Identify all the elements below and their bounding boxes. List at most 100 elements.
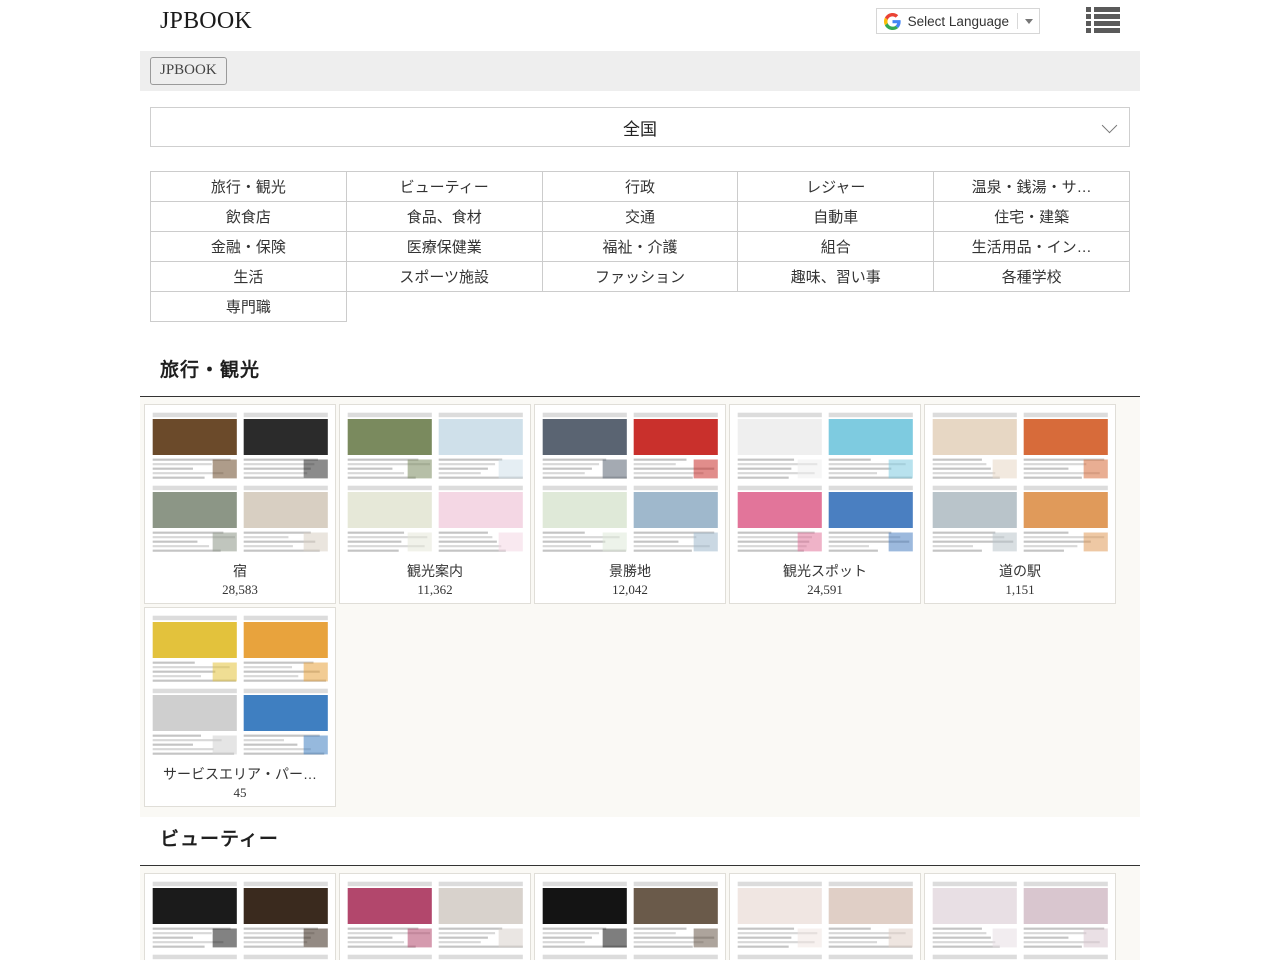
card-label: 観光スポット — [735, 562, 915, 580]
category-cell[interactable]: 生活用品・イン… — [934, 232, 1130, 262]
card-label: 宿 — [150, 562, 330, 580]
thumbnail-tile — [735, 483, 825, 555]
google-translate-widget[interactable]: Select Language — [876, 8, 1040, 34]
category-cell[interactable]: ファッション — [542, 262, 738, 292]
category-card[interactable]: 宿 28,583 — [144, 404, 336, 604]
category-card[interactable] — [729, 873, 921, 960]
chevron-down-icon — [1102, 118, 1118, 134]
thumbnail-tile — [540, 410, 630, 482]
category-card[interactable] — [144, 873, 336, 960]
thumbnail-tile — [631, 410, 721, 482]
category-row: 飲食店食品、食材交通自動車住宅・建築 — [151, 202, 1130, 232]
category-cell[interactable]: 自動車 — [738, 202, 934, 232]
category-card[interactable] — [339, 873, 531, 960]
menu-row — [1086, 28, 1120, 33]
category-cell[interactable]: レジャー — [738, 172, 934, 202]
thumbnail-tile — [150, 686, 240, 758]
thumbnail-tile — [826, 879, 916, 951]
category-row: 生活スポーツ施設ファッション趣味、習い事各種学校 — [151, 262, 1130, 292]
card-label: 道の駅 — [930, 562, 1110, 580]
card-count: 1,151 — [930, 582, 1110, 598]
card-thumbnail — [150, 410, 330, 555]
card-label: 景勝地 — [540, 562, 720, 580]
chevron-down-icon[interactable] — [1025, 19, 1033, 24]
thumbnail-tile — [436, 483, 526, 555]
menu-row — [1086, 7, 1120, 12]
card-thumbnail — [930, 879, 1110, 960]
card-count: 28,583 — [150, 582, 330, 598]
category-card[interactable]: 観光スポット24,591 — [729, 404, 921, 604]
category-card[interactable]: 景勝地 12,042 — [534, 404, 726, 604]
card-count: 12,042 — [540, 582, 720, 598]
thumbnail-tile — [826, 483, 916, 555]
cards-area: 宿28,583観光案内11,362景勝地12,042観光スポット24,591道の… — [140, 397, 1140, 817]
thumbnail-tile — [150, 613, 240, 685]
site-brand[interactable]: JPBOOK — [160, 6, 252, 36]
translate-separator — [1017, 13, 1018, 29]
thumbnail-tile — [540, 879, 630, 951]
card-thumbnail — [150, 613, 330, 758]
thumbnail-tile — [241, 613, 331, 685]
category-cell[interactable]: 金融・保険 — [151, 232, 347, 262]
card-thumbnail — [540, 879, 720, 960]
category-cell[interactable]: 組合 — [738, 232, 934, 262]
category-cell[interactable]: 旅行・観光 — [151, 172, 347, 202]
category-row: 専門職 — [151, 292, 1130, 322]
category-cell[interactable]: 専門職 — [151, 292, 347, 322]
menu-row — [1086, 14, 1120, 19]
site-header: JPBOOK Select Language — [0, 0, 1280, 43]
thumbnail-tile — [540, 952, 630, 960]
category-cell[interactable]: 福祉・介護 — [542, 232, 738, 262]
card-count: 11,362 — [345, 582, 525, 598]
thumbnail-tile — [735, 879, 825, 951]
card-label: 観光案内 — [345, 562, 525, 580]
category-card[interactable]: 観光案内 11,362 — [339, 404, 531, 604]
region-select-wrapper: 全国 — [150, 107, 1130, 147]
section-title: ビューティー — [140, 810, 1140, 865]
category-cell[interactable]: スポーツ施設 — [346, 262, 542, 292]
category-cell[interactable]: 各種学校 — [934, 262, 1130, 292]
thumbnail-tile — [241, 686, 331, 758]
thumbnail-tile — [345, 483, 435, 555]
category-cell[interactable]: 温泉・銭湯・サ… — [934, 172, 1130, 202]
category-cell-empty — [934, 292, 1130, 322]
cards-row: 宿28,583観光案内11,362景勝地12,042観光スポット24,591道の… — [140, 403, 1140, 809]
thumbnail-tile — [436, 879, 526, 951]
category-cell[interactable]: 食品、食材 — [346, 202, 542, 232]
category-cell[interactable]: 飲食店 — [151, 202, 347, 232]
thumbnail-tile — [930, 952, 1020, 960]
breadcrumb-item-jpbook[interactable]: JPBOOK — [150, 57, 227, 85]
category-row: 旅行・観光ビューティー行政レジャー温泉・銭湯・サ… — [151, 172, 1130, 202]
thumbnail-tile — [436, 952, 526, 960]
category-cell-empty — [738, 292, 934, 322]
cards-area — [140, 866, 1140, 960]
thumbnail-tile — [436, 410, 526, 482]
thumbnail-tile — [1021, 879, 1111, 951]
card-label: サービスエリア・パー… — [150, 765, 330, 783]
category-card[interactable]: 道の駅 1,151 — [924, 404, 1116, 604]
thumbnail-tile — [241, 483, 331, 555]
category-cell[interactable]: 生活 — [151, 262, 347, 292]
category-cell[interactable]: 趣味、習い事 — [738, 262, 934, 292]
card-thumbnail — [930, 410, 1110, 555]
category-card[interactable] — [924, 873, 1116, 960]
category-cell[interactable]: 住宅・建築 — [934, 202, 1130, 232]
category-cell[interactable]: ビューティー — [346, 172, 542, 202]
category-cell[interactable]: 医療保健業 — [346, 232, 542, 262]
category-card[interactable] — [534, 873, 726, 960]
section-title: 旅行・観光 — [140, 341, 1140, 396]
category-cell[interactable]: 交通 — [542, 202, 738, 232]
thumbnail-tile — [241, 410, 331, 482]
cards-row — [140, 872, 1140, 960]
category-row: 金融・保険医療保健業福祉・介護組合生活用品・イン… — [151, 232, 1130, 262]
region-select[interactable]: 全国 — [150, 107, 1130, 147]
page-root: JPBOOK Select Language JPBOOK — [0, 0, 1280, 960]
category-cell-empty — [346, 292, 542, 322]
category-table: 旅行・観光ビューティー行政レジャー温泉・銭湯・サ…飲食店食品、食材交通自動車住宅… — [150, 171, 1130, 322]
list-menu-icon[interactable] — [1086, 5, 1120, 35]
card-thumbnail — [345, 879, 525, 960]
card-thumbnail — [345, 410, 525, 555]
thumbnail-tile — [826, 952, 916, 960]
category-card[interactable]: サービスエリア・パー…45 — [144, 607, 336, 807]
category-cell[interactable]: 行政 — [542, 172, 738, 202]
